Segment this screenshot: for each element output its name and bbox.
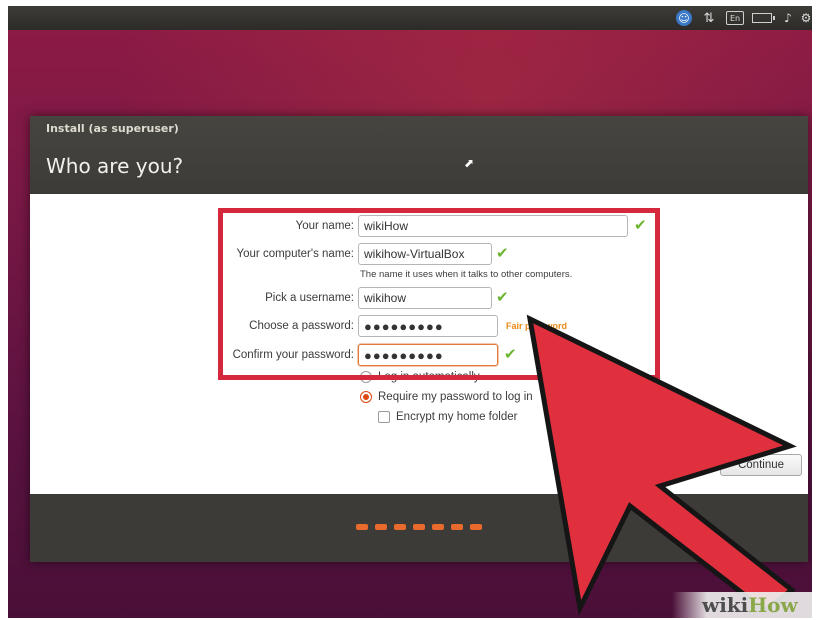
wikihow-watermark: wikiHow bbox=[672, 592, 812, 618]
watermark-wiki-text: wiki bbox=[702, 593, 749, 617]
desktop-screenshot: ☺ ⇅ En ♪ ⚙ Install (as superuser) Who ar… bbox=[8, 6, 812, 618]
watermark-how-text: How bbox=[748, 593, 798, 617]
red-arrow-pointer bbox=[526, 314, 797, 617]
